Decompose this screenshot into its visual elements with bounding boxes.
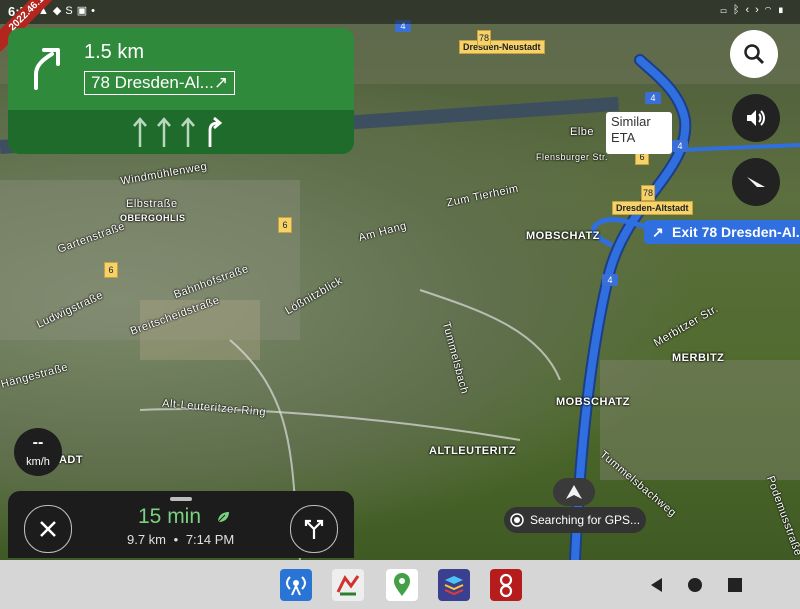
speed-unit: km/h	[26, 456, 50, 468]
exit-sign-label: 78 Dresden-Al...↗	[84, 71, 236, 95]
status-notification-icons: ▲◆S▣•	[38, 4, 99, 17]
code-icon: ‹›	[745, 4, 765, 16]
trip-duration: 15 min	[138, 505, 202, 528]
map-place-label: MOBSCHATZ	[556, 396, 630, 408]
maps-shortcut-app-icon[interactable]	[332, 569, 364, 601]
broadcast-app-icon[interactable]	[280, 569, 312, 601]
dot-icon: •	[91, 5, 99, 17]
exit-callout-label: Exit 78 Dresden-Al...	[672, 224, 800, 240]
drag-handle[interactable]	[170, 497, 192, 501]
similar-eta-bubble[interactable]: Similar ETA	[606, 112, 672, 154]
route-branch	[679, 143, 800, 152]
battery-icon: ▮	[777, 4, 790, 16]
trip-summary-panel[interactable]: 15 min 9.7 km • 7:14 PM	[8, 491, 354, 558]
maneuver-distance: 1.5 km	[84, 41, 145, 63]
compass-button[interactable]	[732, 158, 780, 206]
bluetooth-icon: ᛒ	[732, 4, 746, 16]
cast-icon: ▭	[720, 4, 733, 16]
volume-icon	[747, 110, 765, 126]
trip-distance: 9.7 km	[127, 532, 167, 547]
alternate-routes-button[interactable]	[290, 505, 338, 553]
road-number-sign: 6	[104, 262, 118, 278]
gps-status-text: Searching for GPS...	[530, 513, 641, 527]
speed-value: --	[32, 434, 44, 451]
sound-button[interactable]	[732, 94, 780, 142]
map-street-label: Elbstraße	[126, 198, 178, 210]
lane-right-icon	[208, 116, 223, 147]
gps-status-pill: Searching for GPS...	[504, 507, 646, 533]
arrival-time: 7:14 PM	[185, 532, 235, 547]
gps-searching-icon	[510, 513, 524, 527]
map-place-label: OBERGOHLIS	[120, 213, 186, 223]
speedometer: -- km/h	[14, 428, 62, 476]
s-icon: S	[65, 5, 77, 17]
back-icon[interactable]	[648, 576, 666, 594]
status-bar: 6:56 ▲◆S▣• ▭ᛒ‹›◠▮	[0, 0, 800, 24]
place-sign: Dresden-Neustadt	[459, 40, 545, 54]
map-app-icon[interactable]	[438, 569, 470, 601]
map-place-label: ALTLEUTERITZ	[429, 445, 517, 457]
lane-straight-icon	[157, 117, 171, 147]
lane-straight-icon	[181, 117, 195, 147]
map-street-label: Elbe	[570, 126, 595, 138]
place-sign: Dresden-Altstadt	[612, 201, 693, 215]
fdroid-app-icon[interactable]	[490, 569, 522, 601]
highway-sign: 4	[645, 92, 661, 104]
road-ring	[139, 408, 521, 441]
search-button[interactable]	[730, 30, 778, 78]
road-number-sign: 78	[477, 30, 491, 46]
recents-icon[interactable]	[726, 576, 744, 594]
close-icon	[40, 521, 56, 537]
wifi-icon: ◠	[764, 4, 778, 16]
status-system-icons: ▭ᛒ‹›◠▮	[720, 4, 790, 16]
screen-icon: ▣	[76, 5, 92, 17]
location-app-icon[interactable]	[386, 569, 418, 601]
highway-sign: 4	[672, 140, 688, 152]
exit-arrow-icon: ↗	[652, 224, 664, 240]
road-number-sign: 6	[278, 217, 292, 233]
map-street-label: Flensburger Str.	[536, 152, 609, 162]
navigation-arrow-icon	[566, 485, 582, 499]
trip-separator: •	[173, 532, 179, 547]
lane-straight-icon	[133, 117, 147, 147]
search-icon	[744, 44, 765, 65]
road-number-sign: 78	[641, 185, 655, 201]
trip-details: 9.7 km • 7:14 PM	[125, 532, 236, 547]
taskbar	[0, 560, 800, 609]
home-icon[interactable]	[686, 576, 704, 594]
tag-icon: ◆	[52, 5, 66, 17]
recenter-button[interactable]	[553, 478, 595, 506]
turn-slight-right-icon	[34, 48, 60, 90]
highway-sign: 4	[602, 274, 618, 286]
map-place-label: MERBITZ	[672, 352, 725, 364]
fork-routes-icon	[304, 519, 324, 539]
compass-icon	[747, 177, 765, 187]
close-navigation-button[interactable]	[24, 505, 72, 553]
exit-callout[interactable]: ↗ Exit 78 Dresden-Al...	[644, 220, 800, 244]
road-east	[419, 289, 561, 381]
navigation-instruction-card[interactable]: 1.5 km 78 Dresden-Al...↗	[8, 28, 354, 154]
eco-leaf-icon	[217, 512, 229, 523]
map-place-label: MOBSCHATZ	[526, 230, 600, 242]
lane-guidance	[8, 110, 354, 154]
